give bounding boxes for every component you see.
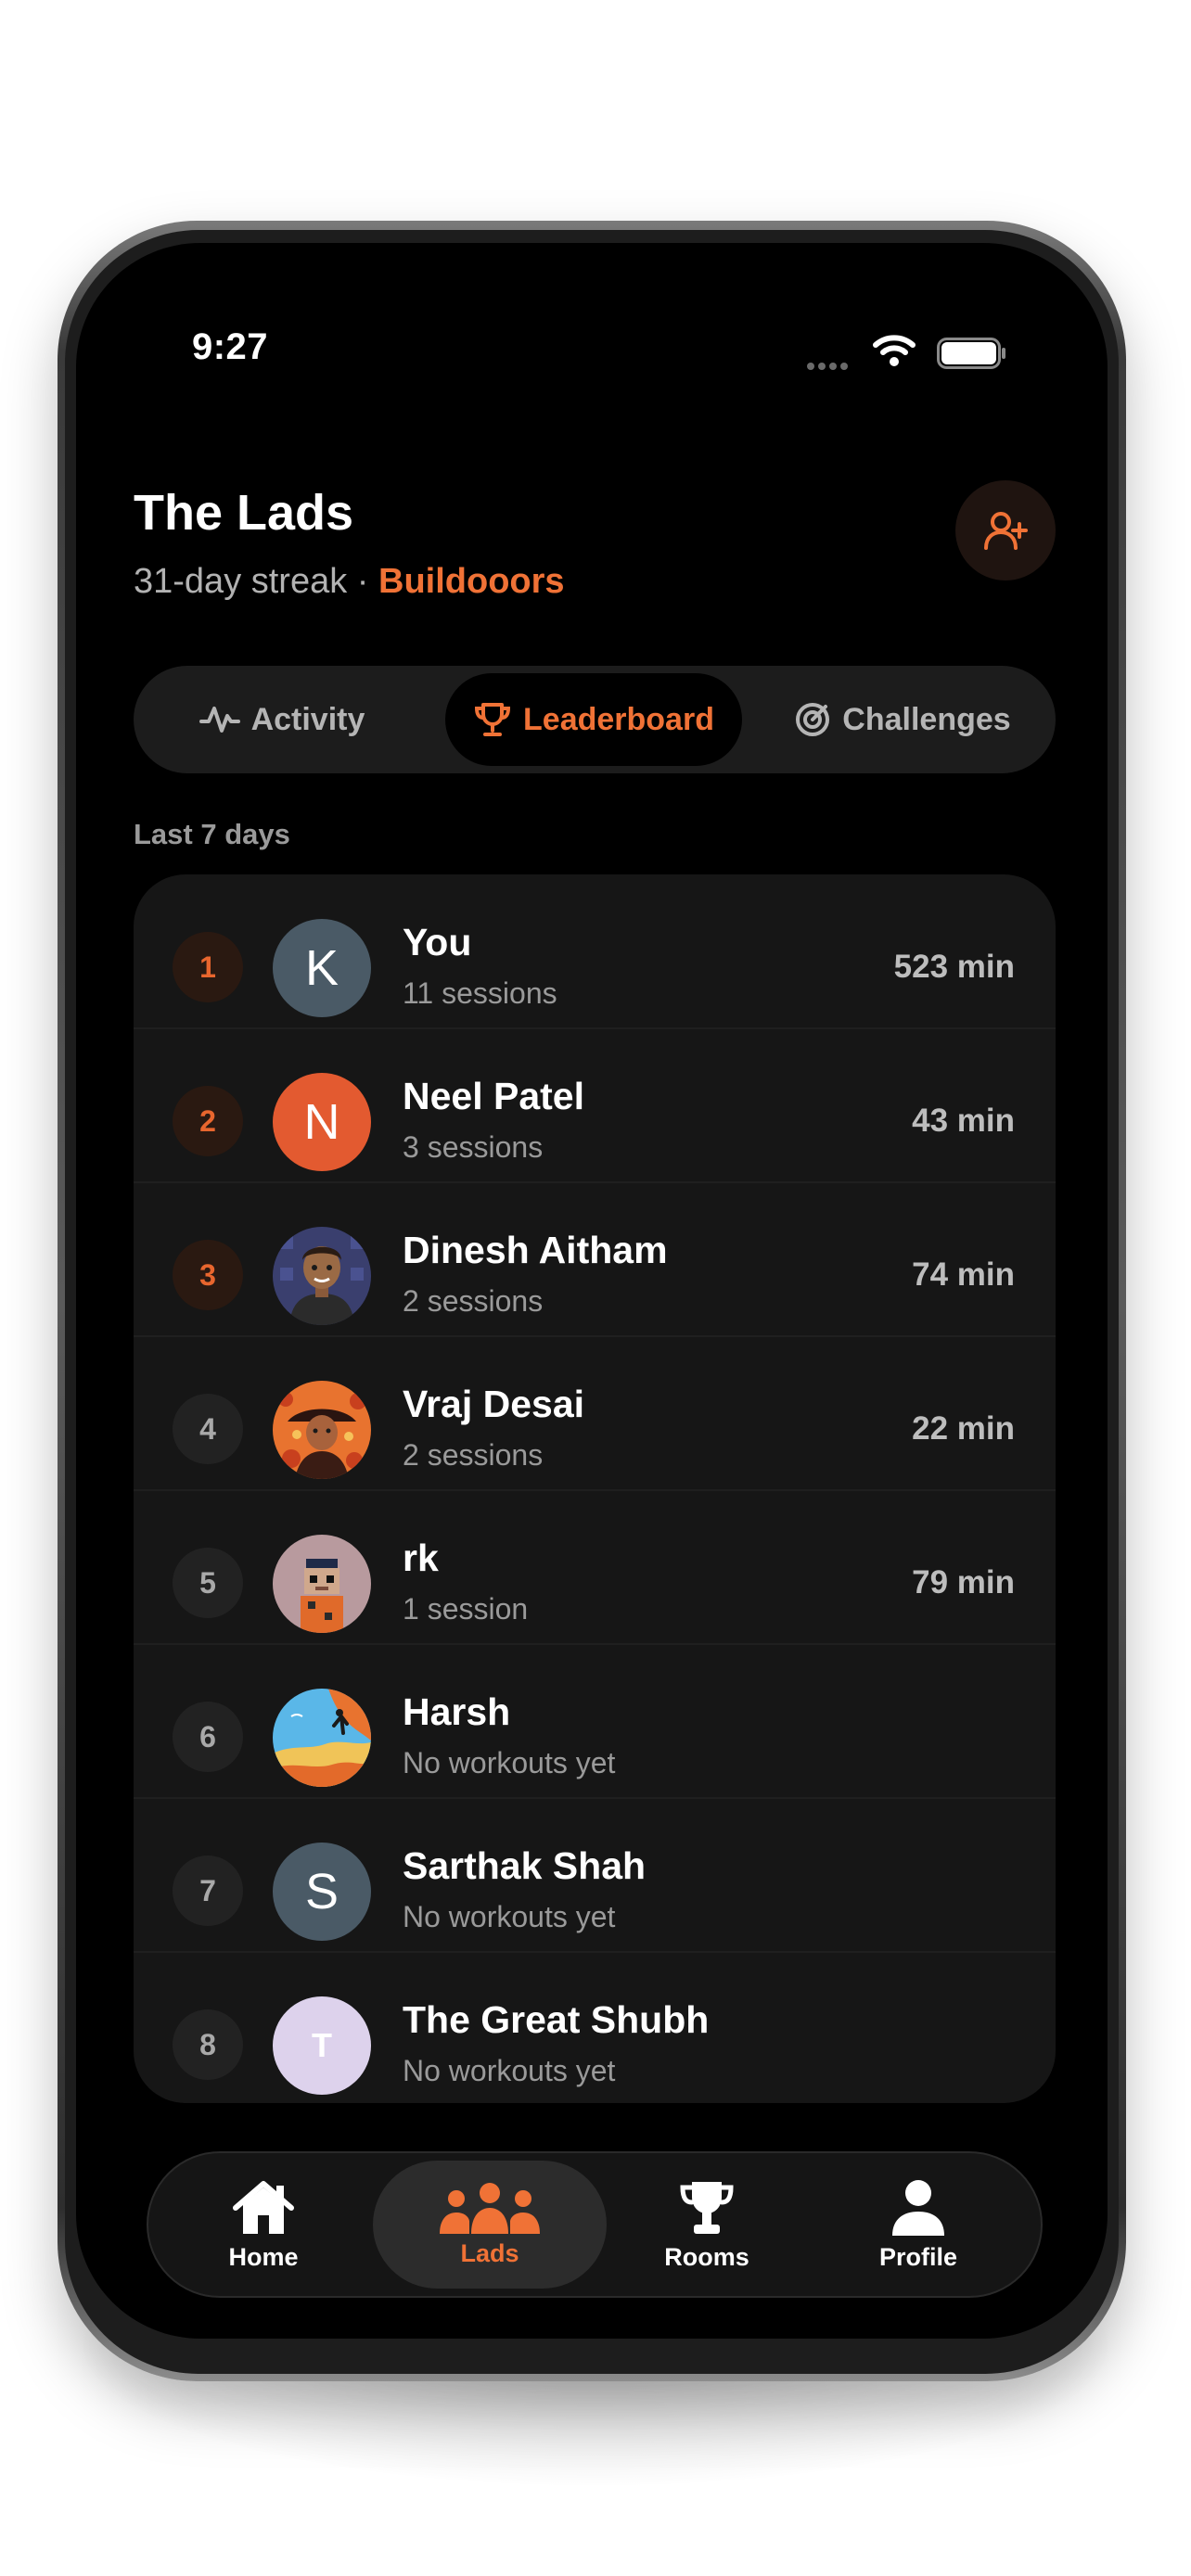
rank-badge: 6	[173, 1702, 243, 1772]
target-icon	[796, 703, 830, 736]
tab-challenges-label: Challenges	[842, 701, 1011, 737]
member-name: The Great Shubh	[403, 1998, 710, 2041]
tab-lads[interactable]: Lads	[373, 2161, 607, 2289]
leaderboard-list: 1 K You 11 sessions 523 min 2 N Neel Pat…	[134, 874, 1056, 2103]
view-segmented-control: Activity Leaderboard Challenges	[134, 666, 1056, 773]
rank-badge: 1	[173, 932, 243, 1002]
rank-badge: 3	[173, 1240, 243, 1310]
rank-badge: 2	[173, 1086, 243, 1156]
avatar: S	[273, 1843, 371, 1941]
member-name: You	[403, 921, 472, 963]
pixel-art-avatar	[273, 1535, 371, 1633]
avatar: K	[273, 919, 371, 1017]
group-subtitle: 31-day streak · Buildooors	[134, 562, 565, 602]
avatar	[273, 1227, 371, 1325]
session-count: 2 sessions	[403, 1284, 544, 1318]
leaderboard-row[interactable]: 8 T The Great Shubh No workouts yet	[134, 1952, 1056, 2103]
tab-leaderboard[interactable]: Leaderboard	[445, 673, 742, 766]
battery-icon	[937, 338, 1005, 369]
status-icons	[807, 334, 1011, 371]
leaderboard-row[interactable]: 5 rk 1 session 79 min	[134, 1490, 1056, 1645]
period-label: Last 7 days	[134, 818, 290, 850]
session-count: No workouts yet	[403, 2054, 616, 2087]
group-icon	[440, 2182, 540, 2234]
avatar: N	[273, 1073, 371, 1171]
minutes-total: 22 min	[912, 1410, 1015, 1447]
rank-badge: 7	[173, 1855, 243, 1926]
leaderboard-row[interactable]: 7 S Sarthak Shah No workouts yet	[134, 1798, 1056, 1953]
rank-badge: 8	[173, 2009, 243, 2080]
minutes-total: 74 min	[912, 1256, 1015, 1293]
tab-home[interactable]: Home	[189, 2161, 338, 2289]
tab-profile-label: Profile	[878, 2242, 958, 2271]
session-count: No workouts yet	[403, 1746, 616, 1779]
tab-activity-label: Activity	[250, 701, 365, 737]
session-count: 3 sessions	[403, 1130, 544, 1164]
activity-pulse-icon	[198, 707, 240, 733]
status-time: 9:27	[191, 326, 269, 367]
leaderboard-row[interactable]: 2 N Neel Patel 3 sessions 43 min	[134, 1028, 1056, 1183]
group-title: The Lads	[134, 485, 354, 541]
session-count: 1 session	[403, 1592, 529, 1626]
tab-activity[interactable]: Activity	[171, 666, 393, 773]
avatar	[273, 1381, 371, 1479]
person-icon	[892, 2179, 944, 2236]
wifi-icon	[873, 335, 916, 366]
leaderboard-row[interactable]: 6 Harsh No workouts yet	[134, 1644, 1056, 1799]
avatar: T	[273, 1996, 371, 2095]
member-name: Sarthak Shah	[403, 1844, 647, 1887]
minutes-total: 523 min	[893, 949, 1015, 985]
session-count: 2 sessions	[403, 1438, 544, 1472]
session-count: No workouts yet	[403, 1900, 616, 1933]
streak-text: 31-day streak	[134, 562, 348, 601]
minutes-total: 43 min	[912, 1103, 1015, 1139]
tab-challenges[interactable]: Challenges	[777, 666, 1028, 773]
person-illustration-avatar	[273, 1381, 371, 1479]
leaderboard-row[interactable]: 3 Dinesh Aitham 2 sessions 74 min	[134, 1182, 1056, 1337]
tab-profile[interactable]: Profile	[844, 2161, 992, 2289]
cellular-signal-icon	[807, 358, 852, 375]
leaderboard-row[interactable]: 4 Vraj Desai 2 sessions 22 min	[134, 1336, 1056, 1491]
trophy-icon	[475, 703, 511, 736]
rank-badge: 5	[173, 1548, 243, 1618]
member-name: Dinesh Aitham	[403, 1229, 668, 1271]
add-member-button[interactable]	[955, 480, 1056, 580]
member-name: rk	[403, 1537, 439, 1579]
tab-home-label: Home	[228, 2242, 299, 2271]
tab-rooms[interactable]: Rooms	[633, 2161, 781, 2289]
home-icon	[233, 2180, 294, 2234]
member-name: Neel Patel	[403, 1075, 584, 1117]
tab-lads-label: Lads	[460, 2238, 519, 2267]
subtitle-separator: ·	[347, 562, 379, 601]
rank-badge: 4	[173, 1394, 243, 1464]
member-name: Vraj Desai	[403, 1383, 585, 1425]
minutes-total: 79 min	[912, 1564, 1015, 1600]
avatar	[273, 1535, 371, 1633]
add-user-icon	[984, 512, 1028, 550]
climbing-illustration-avatar	[273, 1689, 371, 1787]
trophy-icon	[680, 2181, 734, 2234]
avatar	[273, 1689, 371, 1787]
bottom-tab-bar: Home Lads Rooms Profile	[147, 2151, 1043, 2298]
person-illustration-avatar	[273, 1227, 371, 1325]
member-name: Harsh	[403, 1690, 511, 1733]
tab-leaderboard-label: Leaderboard	[523, 701, 714, 737]
tab-rooms-label: Rooms	[664, 2242, 749, 2271]
session-count: 11 sessions	[403, 976, 557, 1010]
team-name: Buildooors	[378, 562, 565, 601]
leaderboard-row[interactable]: 1 K You 11 sessions 523 min	[134, 874, 1056, 1029]
